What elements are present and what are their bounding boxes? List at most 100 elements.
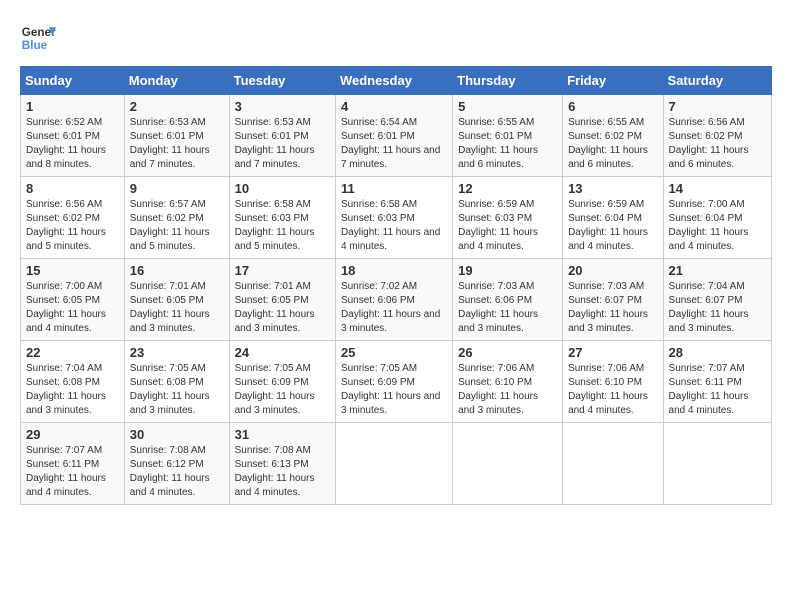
day-number: 29: [26, 427, 119, 442]
day-info: Sunrise: 6:58 AMSunset: 6:03 PMDaylight:…: [235, 199, 315, 252]
calendar-cell: 29 Sunrise: 7:07 AMSunset: 6:11 PMDaylig…: [21, 423, 125, 505]
calendar-week-3: 15 Sunrise: 7:00 AMSunset: 6:05 PMDaylig…: [21, 259, 772, 341]
calendar-cell: 10 Sunrise: 6:58 AMSunset: 6:03 PMDaylig…: [229, 177, 335, 259]
calendar-cell: 27 Sunrise: 7:06 AMSunset: 6:10 PMDaylig…: [563, 341, 663, 423]
day-info: Sunrise: 7:06 AMSunset: 6:10 PMDaylight:…: [458, 363, 538, 416]
calendar-cell: 31 Sunrise: 7:08 AMSunset: 6:13 PMDaylig…: [229, 423, 335, 505]
calendar-cell: 13 Sunrise: 6:59 AMSunset: 6:04 PMDaylig…: [563, 177, 663, 259]
day-number: 16: [130, 263, 224, 278]
day-number: 15: [26, 263, 119, 278]
day-info: Sunrise: 7:06 AMSunset: 6:10 PMDaylight:…: [568, 363, 648, 416]
logo-icon: General Blue: [20, 20, 56, 56]
calendar-cell: 7 Sunrise: 6:56 AMSunset: 6:02 PMDayligh…: [663, 95, 771, 177]
calendar-cell: [335, 423, 452, 505]
calendar-cell: 17 Sunrise: 7:01 AMSunset: 6:05 PMDaylig…: [229, 259, 335, 341]
calendar-cell: 20 Sunrise: 7:03 AMSunset: 6:07 PMDaylig…: [563, 259, 663, 341]
calendar-cell: 6 Sunrise: 6:55 AMSunset: 6:02 PMDayligh…: [563, 95, 663, 177]
calendar-cell: 2 Sunrise: 6:53 AMSunset: 6:01 PMDayligh…: [124, 95, 229, 177]
calendar-header: SundayMondayTuesdayWednesdayThursdayFrid…: [21, 67, 772, 95]
day-info: Sunrise: 7:01 AMSunset: 6:05 PMDaylight:…: [235, 281, 315, 334]
calendar-cell: 23 Sunrise: 7:05 AMSunset: 6:08 PMDaylig…: [124, 341, 229, 423]
day-number: 30: [130, 427, 224, 442]
calendar-cell: 4 Sunrise: 6:54 AMSunset: 6:01 PMDayligh…: [335, 95, 452, 177]
day-number: 25: [341, 345, 447, 360]
calendar-cell: 5 Sunrise: 6:55 AMSunset: 6:01 PMDayligh…: [453, 95, 563, 177]
day-info: Sunrise: 7:05 AMSunset: 6:09 PMDaylight:…: [235, 363, 315, 416]
page-header: General Blue: [20, 20, 772, 56]
day-header-monday: Monday: [124, 67, 229, 95]
day-number: 13: [568, 181, 657, 196]
calendar-cell: 11 Sunrise: 6:58 AMSunset: 6:03 PMDaylig…: [335, 177, 452, 259]
day-info: Sunrise: 7:01 AMSunset: 6:05 PMDaylight:…: [130, 281, 210, 334]
day-number: 18: [341, 263, 447, 278]
day-number: 11: [341, 181, 447, 196]
day-info: Sunrise: 7:05 AMSunset: 6:09 PMDaylight:…: [341, 363, 440, 416]
day-info: Sunrise: 6:59 AMSunset: 6:03 PMDaylight:…: [458, 199, 538, 252]
calendar-cell: 25 Sunrise: 7:05 AMSunset: 6:09 PMDaylig…: [335, 341, 452, 423]
calendar-cell: 9 Sunrise: 6:57 AMSunset: 6:02 PMDayligh…: [124, 177, 229, 259]
day-number: 21: [669, 263, 766, 278]
day-number: 26: [458, 345, 557, 360]
day-info: Sunrise: 6:57 AMSunset: 6:02 PMDaylight:…: [130, 199, 210, 252]
day-info: Sunrise: 7:02 AMSunset: 6:06 PMDaylight:…: [341, 281, 440, 334]
svg-text:Blue: Blue: [22, 39, 48, 52]
day-header-thursday: Thursday: [453, 67, 563, 95]
day-info: Sunrise: 7:08 AMSunset: 6:12 PMDaylight:…: [130, 445, 210, 498]
day-info: Sunrise: 7:07 AMSunset: 6:11 PMDaylight:…: [669, 363, 749, 416]
day-number: 23: [130, 345, 224, 360]
calendar-cell: 21 Sunrise: 7:04 AMSunset: 6:07 PMDaylig…: [663, 259, 771, 341]
day-info: Sunrise: 7:05 AMSunset: 6:08 PMDaylight:…: [130, 363, 210, 416]
calendar-cell: 26 Sunrise: 7:06 AMSunset: 6:10 PMDaylig…: [453, 341, 563, 423]
day-info: Sunrise: 6:56 AMSunset: 6:02 PMDaylight:…: [669, 117, 749, 170]
day-info: Sunrise: 6:53 AMSunset: 6:01 PMDaylight:…: [130, 117, 210, 170]
calendar-cell: 19 Sunrise: 7:03 AMSunset: 6:06 PMDaylig…: [453, 259, 563, 341]
day-number: 14: [669, 181, 766, 196]
calendar-week-2: 8 Sunrise: 6:56 AMSunset: 6:02 PMDayligh…: [21, 177, 772, 259]
day-info: Sunrise: 6:58 AMSunset: 6:03 PMDaylight:…: [341, 199, 440, 252]
calendar-table: SundayMondayTuesdayWednesdayThursdayFrid…: [20, 66, 772, 505]
day-number: 9: [130, 181, 224, 196]
calendar-week-5: 29 Sunrise: 7:07 AMSunset: 6:11 PMDaylig…: [21, 423, 772, 505]
calendar-cell: 16 Sunrise: 7:01 AMSunset: 6:05 PMDaylig…: [124, 259, 229, 341]
day-info: Sunrise: 6:53 AMSunset: 6:01 PMDaylight:…: [235, 117, 315, 170]
day-header-wednesday: Wednesday: [335, 67, 452, 95]
calendar-cell: [663, 423, 771, 505]
day-info: Sunrise: 7:03 AMSunset: 6:06 PMDaylight:…: [458, 281, 538, 334]
day-info: Sunrise: 7:04 AMSunset: 6:08 PMDaylight:…: [26, 363, 106, 416]
day-info: Sunrise: 7:00 AMSunset: 6:04 PMDaylight:…: [669, 199, 749, 252]
calendar-cell: 18 Sunrise: 7:02 AMSunset: 6:06 PMDaylig…: [335, 259, 452, 341]
calendar-cell: 3 Sunrise: 6:53 AMSunset: 6:01 PMDayligh…: [229, 95, 335, 177]
day-number: 4: [341, 99, 447, 114]
calendar-cell: 30 Sunrise: 7:08 AMSunset: 6:12 PMDaylig…: [124, 423, 229, 505]
day-info: Sunrise: 7:04 AMSunset: 6:07 PMDaylight:…: [669, 281, 749, 334]
calendar-cell: 22 Sunrise: 7:04 AMSunset: 6:08 PMDaylig…: [21, 341, 125, 423]
day-header-tuesday: Tuesday: [229, 67, 335, 95]
logo: General Blue: [20, 20, 56, 56]
day-number: 24: [235, 345, 330, 360]
day-info: Sunrise: 6:56 AMSunset: 6:02 PMDaylight:…: [26, 199, 106, 252]
day-number: 1: [26, 99, 119, 114]
day-info: Sunrise: 6:55 AMSunset: 6:02 PMDaylight:…: [568, 117, 648, 170]
day-info: Sunrise: 7:00 AMSunset: 6:05 PMDaylight:…: [26, 281, 106, 334]
day-info: Sunrise: 6:59 AMSunset: 6:04 PMDaylight:…: [568, 199, 648, 252]
day-number: 20: [568, 263, 657, 278]
day-number: 31: [235, 427, 330, 442]
day-info: Sunrise: 7:08 AMSunset: 6:13 PMDaylight:…: [235, 445, 315, 498]
calendar-week-1: 1 Sunrise: 6:52 AMSunset: 6:01 PMDayligh…: [21, 95, 772, 177]
calendar-cell: 24 Sunrise: 7:05 AMSunset: 6:09 PMDaylig…: [229, 341, 335, 423]
calendar-week-4: 22 Sunrise: 7:04 AMSunset: 6:08 PMDaylig…: [21, 341, 772, 423]
day-number: 7: [669, 99, 766, 114]
day-number: 27: [568, 345, 657, 360]
day-number: 10: [235, 181, 330, 196]
day-number: 17: [235, 263, 330, 278]
day-header-friday: Friday: [563, 67, 663, 95]
calendar-cell: 8 Sunrise: 6:56 AMSunset: 6:02 PMDayligh…: [21, 177, 125, 259]
calendar-cell: 1 Sunrise: 6:52 AMSunset: 6:01 PMDayligh…: [21, 95, 125, 177]
day-info: Sunrise: 6:54 AMSunset: 6:01 PMDaylight:…: [341, 117, 440, 170]
day-header-sunday: Sunday: [21, 67, 125, 95]
calendar-cell: 12 Sunrise: 6:59 AMSunset: 6:03 PMDaylig…: [453, 177, 563, 259]
calendar-cell: [563, 423, 663, 505]
calendar-cell: [453, 423, 563, 505]
day-number: 8: [26, 181, 119, 196]
day-info: Sunrise: 7:07 AMSunset: 6:11 PMDaylight:…: [26, 445, 106, 498]
